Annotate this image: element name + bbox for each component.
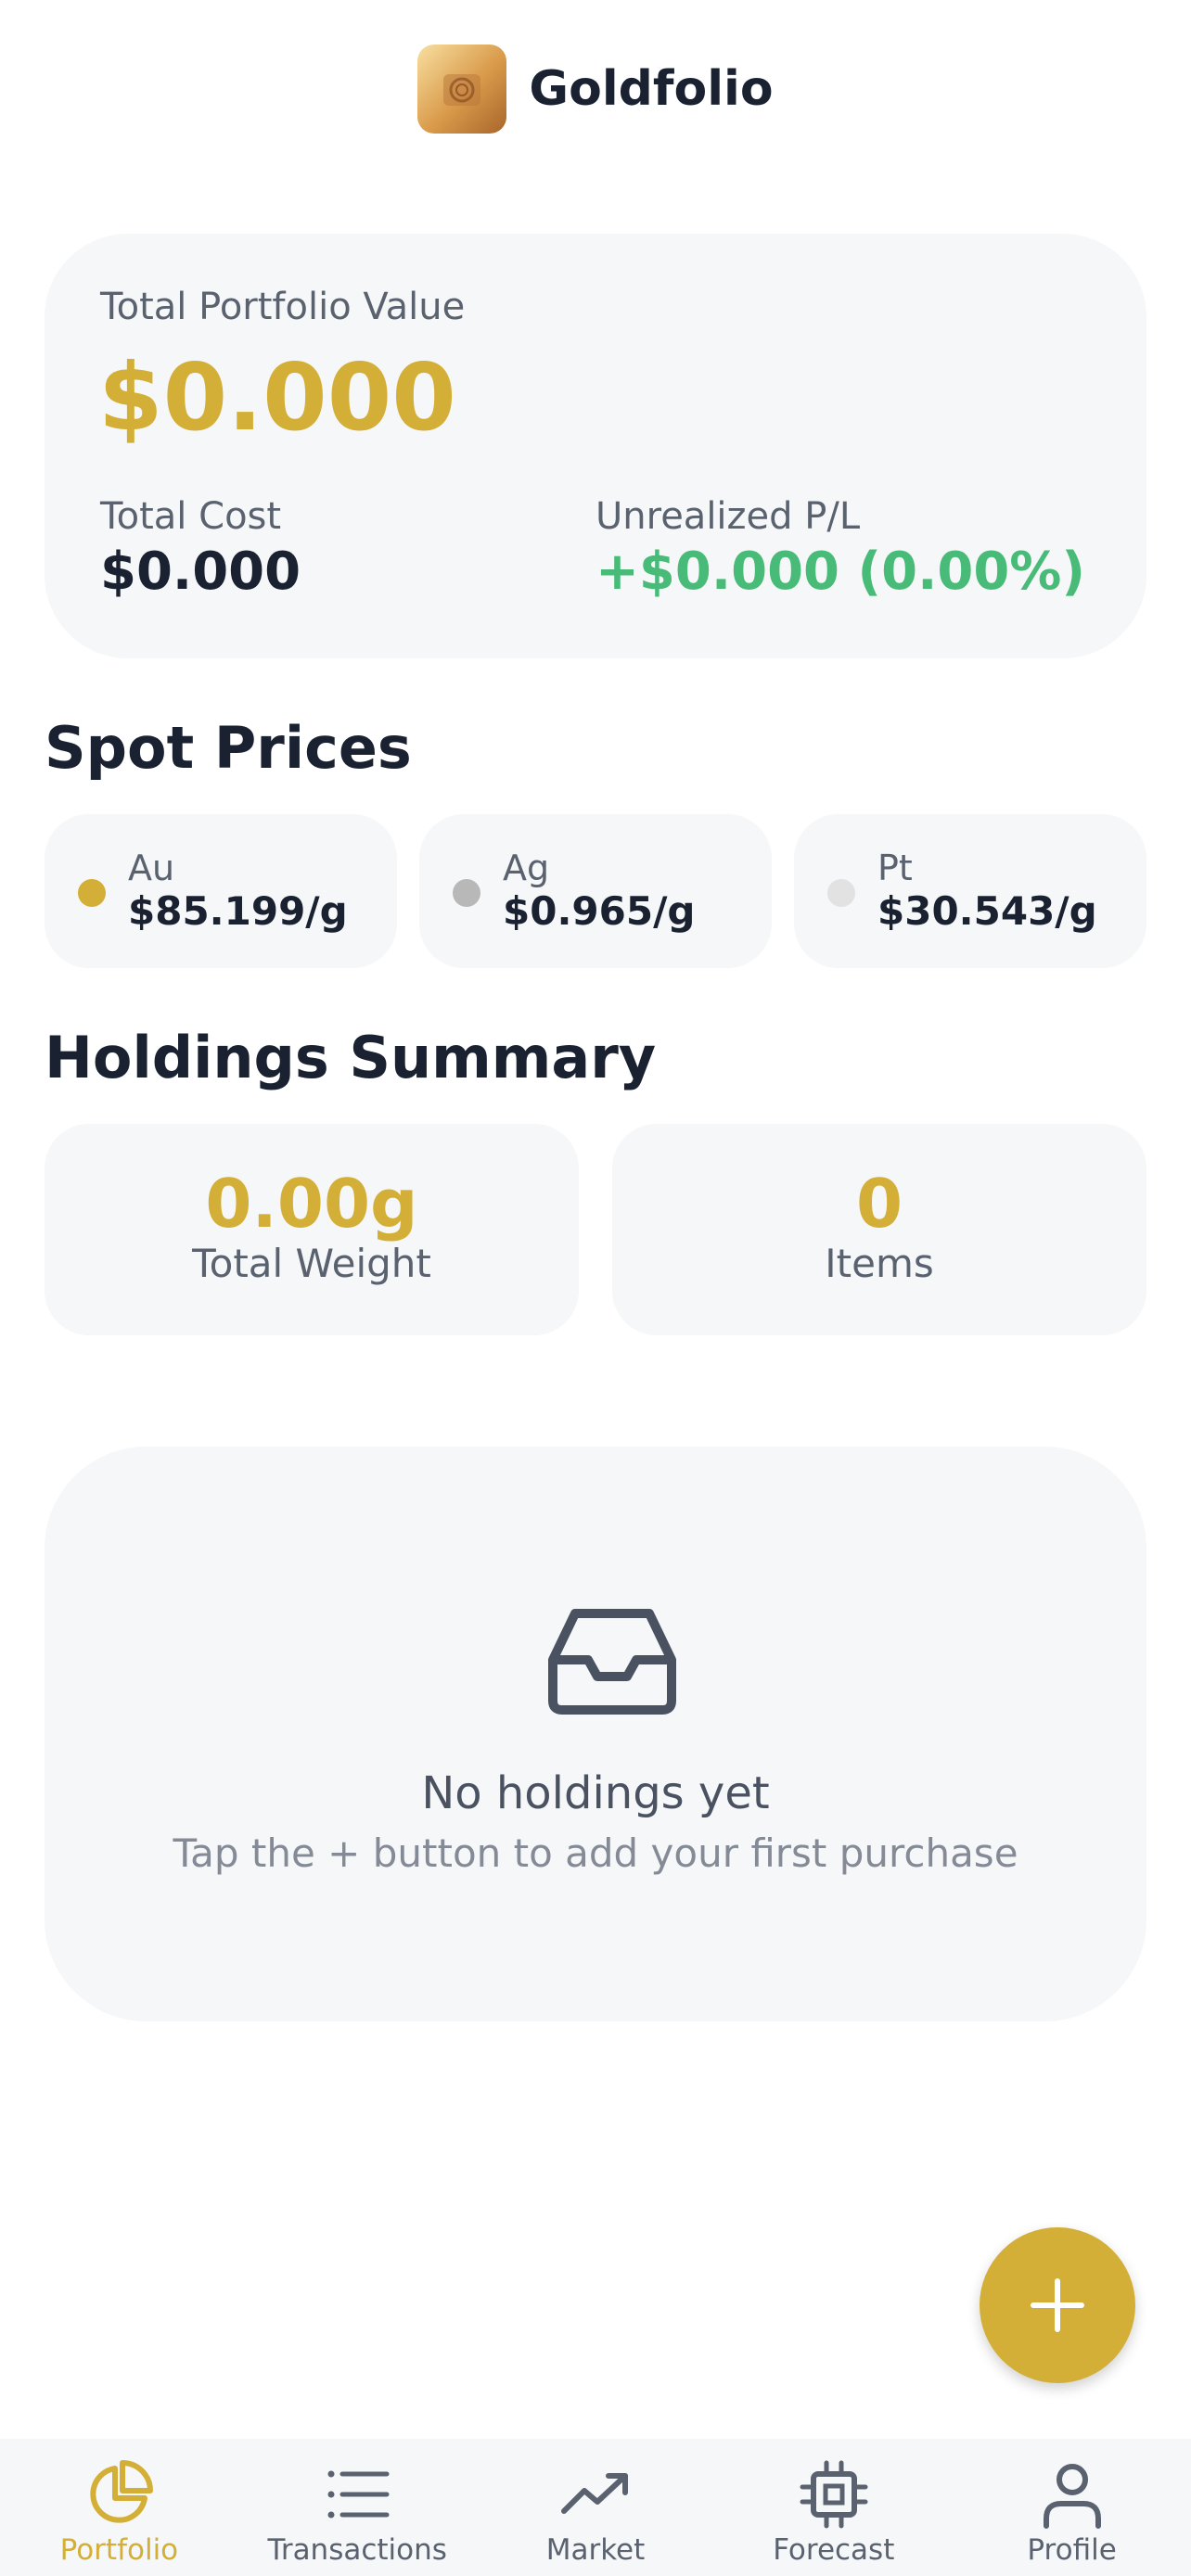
metal-dot-icon [78, 879, 106, 907]
total-cost-label: Total Cost [100, 495, 282, 538]
total-weight-value: 0.00g [205, 1165, 418, 1243]
cpu-icon [800, 2460, 868, 2529]
spot-price: $0.965/g [503, 888, 696, 934]
items-count-value: 0 [855, 1165, 903, 1243]
bottom-tab-bar: Portfolio Transactions Market Forecast P… [0, 2439, 1191, 2576]
total-portfolio-value: $0.000 [98, 343, 456, 452]
metal-dot-icon [827, 879, 855, 907]
tab-label: Transactions [267, 2533, 447, 2567]
portfolio-summary-card: Total Portfolio Value $0.000 Total Cost … [45, 234, 1146, 658]
user-icon [1043, 2464, 1101, 2529]
plus-icon [1031, 2278, 1084, 2332]
empty-state-title: No holdings yet [421, 1767, 770, 1819]
tab-label: Forecast [773, 2533, 895, 2567]
trending-up-icon [560, 2473, 628, 2514]
holdings-summary-title: Holdings Summary [45, 1024, 657, 1091]
app-header: Goldfolio [0, 45, 1191, 134]
spot-symbol: Ag [503, 848, 550, 888]
spot-card-pt[interactable]: Pt $30.543/g [794, 814, 1146, 968]
tab-market[interactable]: Market [477, 2439, 715, 2576]
total-weight-label: Total Weight [192, 1241, 431, 1286]
list-icon [327, 2470, 390, 2519]
spot-prices-title: Spot Prices [45, 714, 412, 782]
spot-symbol: Pt [877, 848, 913, 888]
add-purchase-button[interactable] [980, 2227, 1135, 2383]
tab-transactions[interactable]: Transactions [238, 2439, 477, 2576]
total-cost-value: $0.000 [100, 542, 301, 602]
empty-holdings-card: No holdings yet Tap the + button to add … [45, 1447, 1146, 2021]
items-count-card: 0 Items [612, 1124, 1146, 1335]
tab-profile[interactable]: Profile [953, 2439, 1191, 2576]
total-portfolio-label: Total Portfolio Value [100, 286, 466, 328]
app-title: Goldfolio [529, 61, 774, 117]
pie-chart-icon [90, 2460, 154, 2523]
items-count-label: Items [825, 1241, 934, 1286]
tab-label: Profile [1027, 2533, 1117, 2567]
tab-portfolio[interactable]: Portfolio [0, 2439, 238, 2576]
unrealized-pl-value: +$0.000 (0.00%) [596, 542, 1085, 602]
unrealized-pl-label: Unrealized P/L [596, 495, 861, 538]
spot-symbol: Au [128, 848, 175, 888]
spot-price: $30.543/g [877, 888, 1097, 934]
spot-price: $85.199/g [128, 888, 348, 934]
spot-card-ag[interactable]: Ag $0.965/g [419, 814, 772, 968]
metal-dot-icon [453, 879, 480, 907]
tab-forecast[interactable]: Forecast [714, 2439, 953, 2576]
inbox-icon [548, 1609, 676, 1715]
tab-label: Market [545, 2533, 646, 2567]
empty-state-subtitle: Tap the + button to add your first purch… [173, 1830, 1018, 1876]
app-logo-icon [417, 45, 507, 134]
spot-card-au[interactable]: Au $85.199/g [45, 814, 397, 968]
total-weight-card: 0.00g Total Weight [45, 1124, 579, 1335]
tab-label: Portfolio [59, 2533, 179, 2567]
